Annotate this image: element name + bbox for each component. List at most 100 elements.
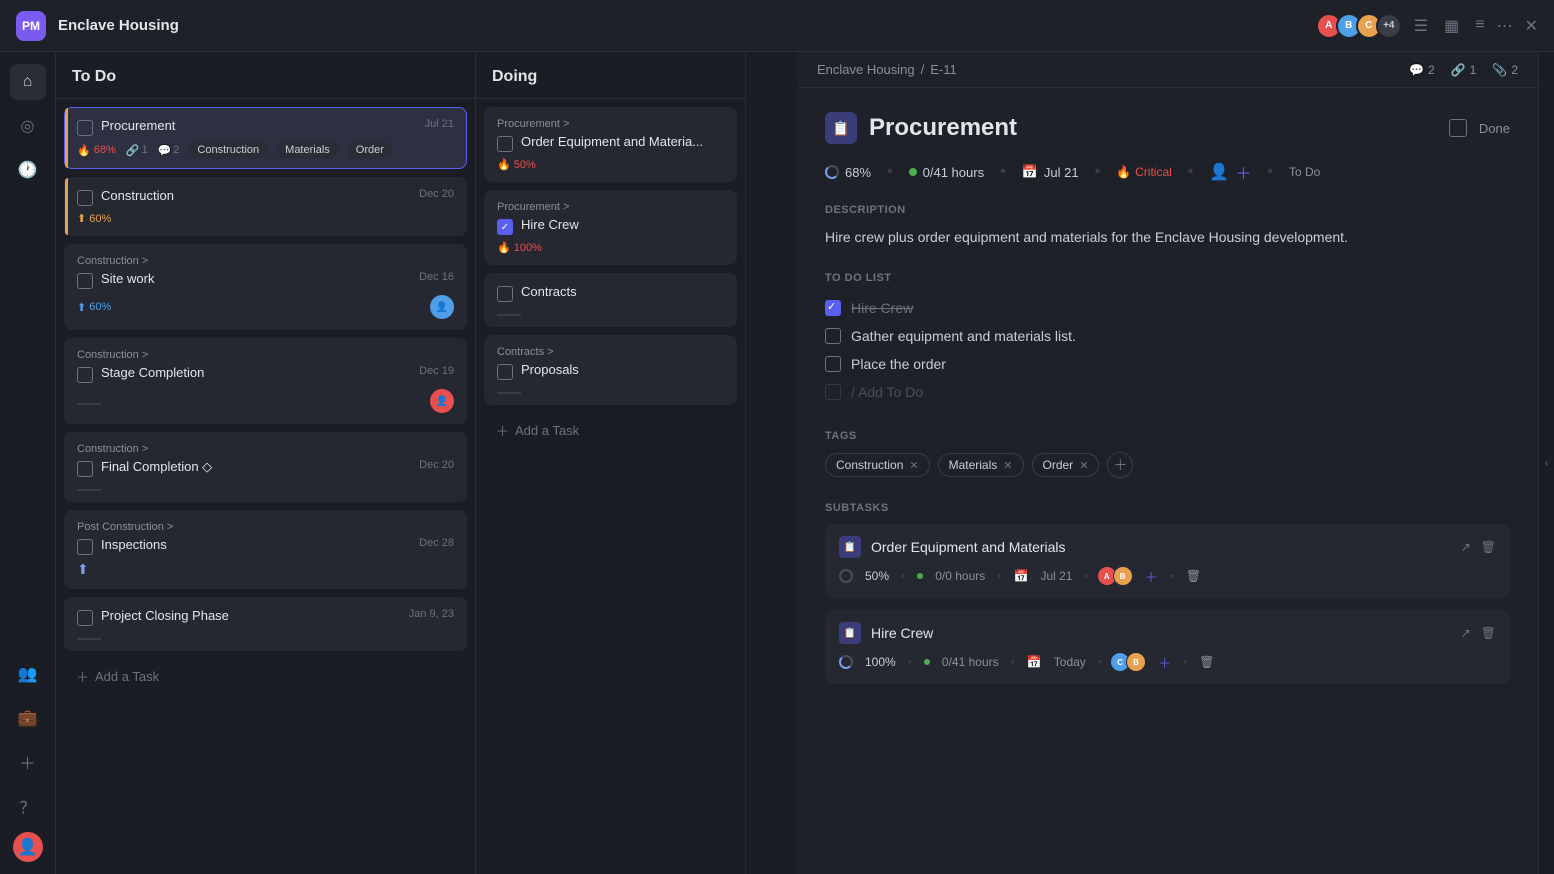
- tag-badge-order: Order ✕: [1032, 453, 1100, 477]
- todo-text-0: Hire Crew: [851, 300, 913, 316]
- task-checkbox-site[interactable]: [77, 273, 93, 289]
- task-card-stage[interactable]: Construction > Stage Completion Dec 19 👤: [64, 338, 467, 424]
- todo-add-placeholder[interactable]: / Add To Do: [851, 384, 1510, 400]
- link-icon: 🔗 1: [126, 144, 148, 157]
- subtask-order-title-row: 📋 Order Equipment and Materials ↗ 🗑: [839, 536, 1496, 558]
- assignee-icon: 👤: [1209, 162, 1229, 182]
- green-dot-icon: [909, 168, 917, 176]
- nav-avatar[interactable]: 👤: [13, 832, 43, 862]
- task-checkbox-stage[interactable]: [77, 367, 93, 383]
- doing-checkbox-hire[interactable]: ✓: [497, 219, 513, 235]
- task-card-inspections[interactable]: Post Construction > Inspections Dec 28 ⬆: [64, 510, 467, 589]
- card-title-inspections: Inspections: [101, 537, 411, 552]
- task-card-doing-order[interactable]: Procurement > Order Equipment and Materi…: [484, 107, 737, 182]
- nav-briefcase[interactable]: 💼: [10, 700, 46, 736]
- nav-help[interactable]: ？: [10, 788, 46, 824]
- add-task-todo[interactable]: ＋ Add a Task: [64, 659, 467, 694]
- done-checkbox[interactable]: [1449, 119, 1467, 137]
- doing-column: Doing Procurement > Order Equipment and …: [476, 52, 746, 874]
- subtask-hire-hours: 0/41 hours: [942, 655, 999, 669]
- task-card-doing-contracts[interactable]: Contracts: [484, 273, 737, 327]
- subtask-order-pct: 50%: [865, 569, 889, 583]
- meta-progress: 68%: [825, 165, 871, 180]
- tag-add-button[interactable]: ＋: [1107, 452, 1133, 478]
- doing-checkbox-contracts[interactable]: [497, 286, 513, 302]
- list-icon[interactable]: ≡: [1475, 16, 1484, 36]
- todo-item-2: Place the order: [825, 350, 1510, 378]
- up-arrow-icon: ⬆ 60%: [77, 212, 111, 225]
- todo-text-1: Gather equipment and materials list.: [851, 328, 1076, 344]
- doing-checkbox-proposals[interactable]: [497, 364, 513, 380]
- breadcrumb-project[interactable]: Enclave Housing: [817, 62, 915, 77]
- tag-remove-order[interactable]: ✕: [1079, 459, 1088, 472]
- calendar-icon: 📅: [1022, 164, 1038, 180]
- close-icon[interactable]: ✕: [1525, 16, 1538, 36]
- subtask-hire-add-assignee[interactable]: ＋: [1158, 653, 1171, 672]
- task-card-project-closing[interactable]: Project Closing Phase Jan 9, 23: [64, 597, 467, 651]
- add-assignee-icon[interactable]: ＋: [1235, 160, 1251, 184]
- doing-title-proposals: Proposals: [521, 362, 724, 377]
- subtask-hire-ext[interactable]: ↗: [1461, 626, 1471, 640]
- task-card-construction[interactable]: Construction Dec 20 ⬆ 60%: [64, 177, 467, 236]
- subtask-hire-avatars: C B: [1114, 652, 1146, 672]
- subtask-hire-dot: [924, 659, 930, 665]
- task-card-site-work[interactable]: Construction > Site work Dec 16 ⬆ 60% 👤: [64, 244, 467, 330]
- add-task-doing[interactable]: ＋ Add a Task: [484, 413, 737, 448]
- subtask-order-add-assignee[interactable]: ＋: [1145, 567, 1158, 586]
- task-checkbox-final[interactable]: [77, 461, 93, 477]
- subtask-order-avatars: A B: [1101, 566, 1133, 586]
- subtask-order-trash[interactable]: 🗑: [1481, 540, 1496, 554]
- task-card-doing-hire[interactable]: Procurement > ✓ Hire Crew 🔥 100%: [484, 190, 737, 265]
- nav-activity[interactable]: ◎: [10, 108, 46, 144]
- main-layout: ⌂ ◎ 🕐 👥 💼 ＋ ？ 👤 To Do Procurement Jul 21: [0, 52, 1554, 874]
- card-date-inspections: Dec 28: [419, 537, 454, 549]
- card-header-construction: Construction Dec 20: [77, 188, 454, 206]
- task-card-doing-proposals[interactable]: Contracts > Proposals: [484, 335, 737, 405]
- tag-remove-construction[interactable]: ✕: [909, 459, 918, 472]
- hamburger-icon[interactable]: ☰: [1414, 16, 1428, 36]
- nav-clock[interactable]: 🕐: [10, 152, 46, 188]
- todo-cb-1[interactable]: [825, 328, 841, 344]
- card-date-closing: Jan 9, 23: [409, 608, 454, 620]
- closing-divider: [77, 638, 101, 640]
- task-card-procurement[interactable]: Procurement Jul 21 🔥 68% 🔗 1 💬 2 Constru…: [64, 107, 467, 169]
- task-card-final[interactable]: Construction > Final Completion ◇ Dec 20: [64, 432, 467, 502]
- comments-icon: 💬: [1409, 63, 1424, 77]
- attachments-icon-group[interactable]: 📎 2: [1492, 63, 1518, 77]
- subtask-hire-trash[interactable]: 🗑: [1481, 626, 1496, 640]
- nav-home[interactable]: ⌂: [10, 64, 46, 100]
- links-icon-group[interactable]: 🔗 1: [1451, 63, 1477, 77]
- attachments-count: 2: [1511, 63, 1518, 77]
- subtask-hire-meta: 100% • 0/41 hours • 📅 Today • C B ＋: [839, 652, 1496, 672]
- task-checkbox-closing[interactable]: [77, 610, 93, 626]
- subtask-order-delete[interactable]: 🗑: [1186, 569, 1201, 583]
- fire-icon-meta: 🔥: [1116, 165, 1131, 179]
- task-checkbox-inspections[interactable]: [77, 539, 93, 555]
- task-checkbox-construction[interactable]: [77, 190, 93, 206]
- subtasks-label: SUBTASKS: [825, 502, 1510, 514]
- subtask-hire-delete[interactable]: 🗑: [1199, 655, 1214, 669]
- tag-materials: Materials: [277, 142, 338, 158]
- card-left-bar: [65, 108, 68, 168]
- subtask-order-icon: 📋: [839, 536, 861, 558]
- meta-hours: 0/41 hours: [909, 165, 984, 180]
- todo-list: Hire Crew Gather equipment and materials…: [825, 294, 1510, 406]
- tag-remove-materials[interactable]: ✕: [1003, 459, 1012, 472]
- todo-cb-2[interactable]: [825, 356, 841, 372]
- nav-add[interactable]: ＋: [10, 744, 46, 780]
- subtask-hire-title-row: 📋 Hire Crew ↗ 🗑: [839, 622, 1496, 644]
- task-checkbox-procurement[interactable]: [77, 120, 93, 136]
- card-title-construction: Construction: [101, 188, 411, 203]
- subtask-order-ext[interactable]: ↗: [1461, 540, 1471, 554]
- right-collapse-panel[interactable]: ‹: [1538, 52, 1554, 874]
- comments-icon-group[interactable]: 💬 2: [1409, 63, 1435, 77]
- doing-meta-order: 🔥 50%: [497, 158, 724, 171]
- detail-title-row: 📋 Procurement Done: [825, 112, 1510, 144]
- meta-status: To Do: [1289, 165, 1320, 179]
- chart-icon[interactable]: ▦: [1444, 16, 1459, 36]
- avatar-count: +4: [1376, 13, 1402, 39]
- doing-checkbox-order[interactable]: [497, 136, 513, 152]
- todo-cb-0[interactable]: [825, 300, 841, 316]
- nav-users[interactable]: 👥: [10, 656, 46, 692]
- more-icon[interactable]: ⋯: [1497, 16, 1513, 36]
